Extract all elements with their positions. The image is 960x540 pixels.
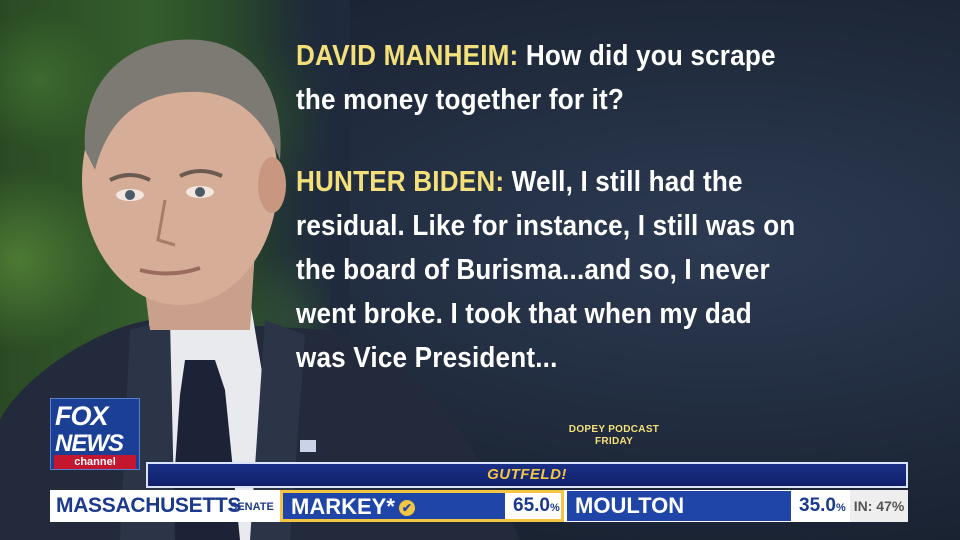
fox-news-logo: FOX NEWS channel <box>50 398 140 470</box>
show-name: GUTFELD! <box>487 466 567 483</box>
candidate-moulton-name: MOULTON <box>575 493 685 518</box>
answer-line-4: went broke. I took that when my dad <box>296 298 752 330</box>
question-line-1: How did you scrape <box>525 40 776 72</box>
winner-check-icon: ✔ <box>398 500 415 516</box>
ticker-state: MASSACHUSETTS <box>56 494 242 517</box>
question-line-2: the money together for it? <box>296 84 625 116</box>
logo-news-text: NEWS <box>55 430 124 457</box>
candidate-moulton-pct-value: 35.0 <box>799 495 836 516</box>
ticker-race: SENATE <box>230 501 274 513</box>
candidate-moulton-percent: 35.0% <box>791 491 847 521</box>
answer-line-5: was Vice President... <box>296 342 558 374</box>
answer-line-2: residual. Like for instance, I still was… <box>296 210 796 242</box>
election-ticker: MASSACHUSETTS SENATE MARKEY* ✔ 65.0% MOUL… <box>50 490 908 522</box>
promo-line-2: FRIDAY <box>594 436 634 447</box>
candidate-markey-pct-value: 65.0 <box>513 495 550 516</box>
candidate-markey-pct-sign: % <box>549 502 560 514</box>
promo-line-1: DOPEY PODCAST <box>568 424 660 435</box>
answer-line-3: the board of Burisma...and so, I never <box>296 254 770 286</box>
precincts-reporting: IN: 47% <box>850 490 908 522</box>
segment-promo: DOPEY PODCAST FRIDAY <box>548 424 680 448</box>
answer-line-1: Well, I still had the <box>511 166 743 198</box>
candidate-markey-label: MARKEY* <box>291 494 395 519</box>
candidate-markey-name: MARKEY* ✔ <box>291 493 415 521</box>
broadcast-frame: DAVID MANHEIM: How did you scrape the mo… <box>0 0 960 540</box>
logo-fox-text: FOX <box>55 401 109 431</box>
candidate-moulton-pct-sign: % <box>835 502 846 514</box>
speaker-label-biden: HUNTER BIDEN: <box>296 166 505 198</box>
candidate-moulton: MOULTON 35.0% <box>566 490 848 522</box>
show-name-bar: GUTFELD! <box>146 462 908 488</box>
quote-transcript: DAVID MANHEIM: How did you scrape the mo… <box>296 34 872 418</box>
speaker-label-manheim: DAVID MANHEIM: <box>296 40 519 72</box>
answer-paragraph: HUNTER BIDEN: Well, I still had the resi… <box>296 160 872 380</box>
candidate-markey: MARKEY* ✔ 65.0% <box>280 490 564 522</box>
logo-channel-text: channel <box>54 455 136 469</box>
candidate-markey-percent: 65.0% <box>505 493 561 519</box>
question-paragraph: DAVID MANHEIM: How did you scrape the mo… <box>296 34 872 122</box>
